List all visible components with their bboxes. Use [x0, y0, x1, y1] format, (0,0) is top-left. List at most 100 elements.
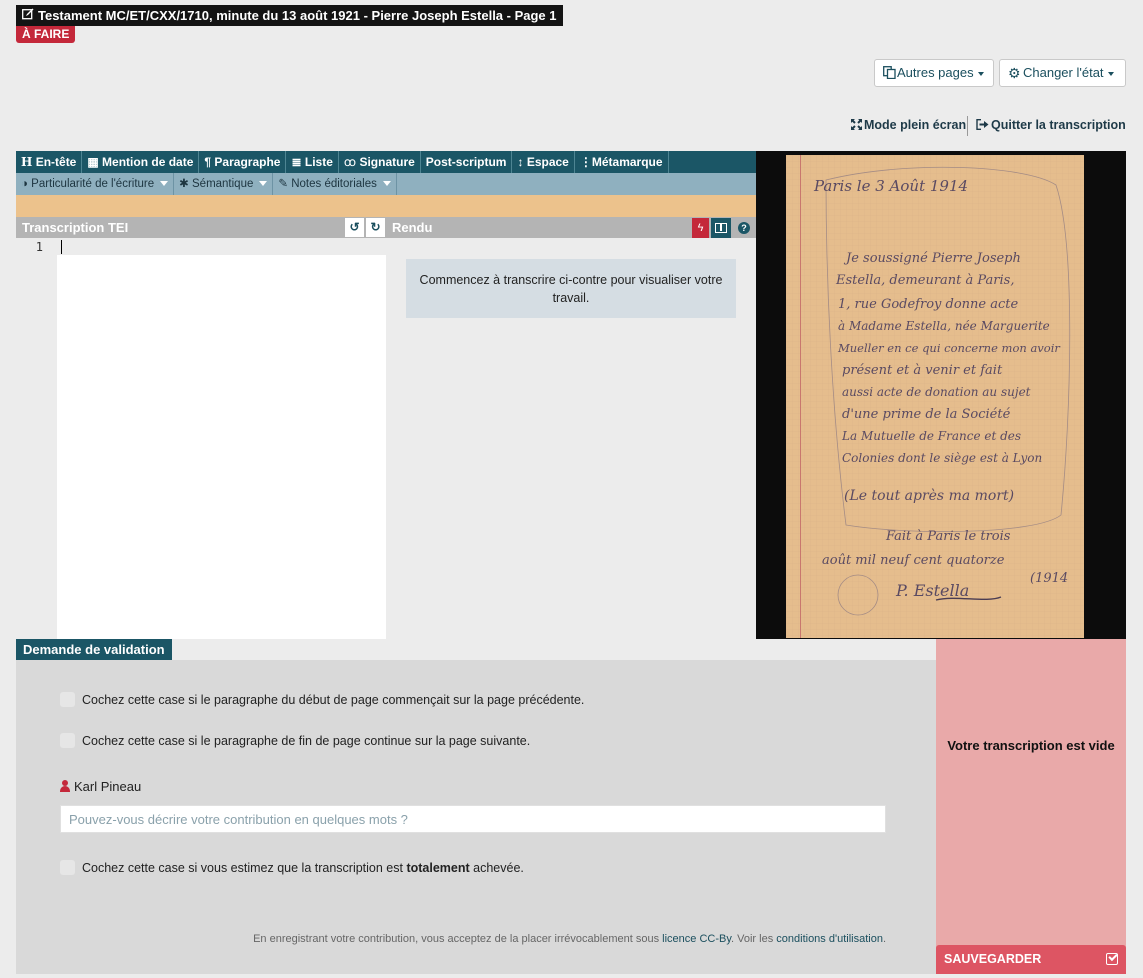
manuscript-viewer[interactable]: Paris le 3 Août 1914 Je soussigné Pierre…	[756, 151, 1126, 639]
prev-page-checkbox[interactable]	[60, 692, 75, 707]
columns-icon	[715, 223, 727, 233]
fullscreen-link[interactable]: Mode plein écran	[851, 118, 966, 134]
tool-label: Particularité de l'écriture	[31, 178, 155, 190]
sign-out-icon	[976, 119, 991, 133]
vertical-space-icon: ↕	[517, 155, 524, 169]
bug-icon: ✱	[179, 178, 189, 190]
manuscript-line: Mueller en ce qui concerne mon avoir	[838, 341, 1060, 355]
next-page-checkbox[interactable]	[60, 733, 75, 748]
tool-date[interactable]: ▦ Mention de date	[82, 151, 200, 173]
caret-down-icon	[382, 181, 391, 187]
change-state-button[interactable]: ⚙ Changer l'état	[999, 59, 1126, 87]
fullscreen-label: Mode plein écran	[864, 118, 967, 132]
signature-icon: ꝏ	[343, 155, 357, 169]
manuscript-line: d'une prime de la Société	[842, 407, 1011, 422]
license-notice: En enregistrant votre contribution, vous…	[253, 933, 886, 945]
live-preview-button[interactable]: ϟ	[692, 218, 709, 238]
tool-label: Paragraphe	[214, 155, 281, 169]
save-panel	[936, 639, 1126, 974]
terms-link[interactable]: conditions d'utilisation	[776, 933, 883, 945]
checkbox-label: Cochez cette case si le paragraphe de fi…	[82, 734, 531, 748]
undo-button[interactable]: ↺	[345, 218, 364, 237]
tool-label: Notes éditoriales	[291, 178, 377, 190]
calendar-icon: ▦	[87, 155, 99, 169]
manuscript-line: Je soussigné Pierre Joseph	[846, 251, 1021, 266]
manuscript-line: Estella, demeurant à Paris,	[836, 273, 1015, 288]
quit-link[interactable]: Quitter la transcription	[976, 118, 1126, 134]
expand-icon	[851, 119, 864, 133]
tool-label: Espace	[526, 155, 569, 169]
line-gutter-overlay: 1	[16, 238, 57, 639]
checkbox-checked-icon	[1106, 953, 1118, 965]
status-badge: À FAIRE	[16, 26, 76, 43]
other-pages-button[interactable]: Autres pages	[874, 59, 994, 87]
notes-icon: ✎	[278, 178, 289, 190]
tei-code-editor[interactable]	[57, 255, 386, 639]
validation-title: Demande de validation	[16, 639, 172, 660]
manuscript-line: aussi acte de donation au sujet	[842, 385, 1031, 399]
change-state-label: Changer l'état	[1023, 65, 1104, 80]
manuscript-line: 1, rue Godefroy donne acte	[838, 297, 1019, 312]
manuscript-line: août mil neuf cent quatorze	[822, 553, 1005, 568]
legal-text: En enregistrant votre contribution, vous…	[253, 933, 663, 945]
half-circle-icon: ◑	[21, 178, 28, 190]
pages-icon	[883, 62, 897, 88]
tool-entete[interactable]: H En-tête	[16, 151, 83, 173]
contribution-description-input[interactable]	[60, 805, 886, 833]
page-title-text: Testament MC/ET/CXX/1710, minute du 13 a…	[38, 8, 557, 23]
manuscript-line: (1914	[1030, 571, 1069, 586]
checkbox-label: Cochez cette case si le paragraphe du dé…	[82, 693, 585, 707]
empty-transcription-message: Votre transcription est vide	[947, 738, 1115, 753]
page-title: Testament MC/ET/CXX/1710, minute du 13 a…	[16, 5, 563, 26]
save-button[interactable]: SAUVEGARDER	[936, 945, 1126, 974]
divider	[967, 116, 968, 136]
margin-line	[800, 155, 801, 638]
tool-notes-dropdown[interactable]: ✎ Notes éditoriales	[273, 173, 397, 195]
markup-toolbar: H En-tête ▦ Mention de date ¶ Paragraphe…	[16, 151, 756, 173]
completed-checkbox-row[interactable]: Cochez cette case si vous estimez que la…	[60, 860, 524, 875]
tool-semantique-dropdown[interactable]: ✱ Sémantique	[174, 173, 274, 195]
editor-title: Transcription TEI	[16, 217, 386, 238]
tool-signature[interactable]: ꝏ Signature	[339, 151, 421, 173]
tool-postscriptum[interactable]: Post-scriptum	[421, 151, 513, 173]
manuscript-line: à Madame Estella, née Marguerite	[838, 319, 1050, 333]
user-icon	[60, 780, 70, 792]
checkbox-label: Cochez cette case si vous estimez que la…	[82, 861, 407, 875]
redo-button[interactable]: ↻	[366, 218, 385, 237]
user-name: Karl Pineau	[60, 779, 141, 794]
toolbar-options-bar	[16, 195, 756, 217]
quit-label: Quitter la transcription	[991, 118, 1126, 132]
help-icon[interactable]: ?	[738, 222, 750, 234]
tool-ecriture-dropdown[interactable]: ◑ Particularité de l'écriture	[16, 173, 175, 195]
manuscript-line: La Mutuelle de France et des	[842, 429, 1022, 443]
next-page-checkbox-row[interactable]: Cochez cette case si le paragraphe de fi…	[60, 733, 530, 748]
active-line	[16, 238, 386, 255]
caret-down-icon	[259, 181, 268, 187]
split-view-button[interactable]	[711, 218, 731, 238]
checkbox-label-emphasis: totalement	[406, 861, 470, 875]
manuscript-page-image: Paris le 3 Août 1914 Je soussigné Pierre…	[786, 155, 1084, 638]
tool-liste[interactable]: ≣ Liste	[286, 151, 339, 173]
tool-label: Mention de date	[102, 155, 194, 169]
tool-label: Signature	[359, 155, 415, 169]
caret-down-icon	[1107, 71, 1114, 76]
tool-label: Liste	[304, 155, 333, 169]
gear-icon: ⚙	[1008, 65, 1021, 81]
tool-paragraphe[interactable]: ¶ Paragraphe	[199, 151, 287, 173]
checkbox-label-end: achevée.	[469, 861, 524, 875]
license-link[interactable]: licence CC-By	[662, 933, 731, 945]
bolt-icon: ϟ	[697, 222, 704, 234]
caret-down-icon	[977, 71, 984, 76]
prev-page-checkbox-row[interactable]: Cochez cette case si le paragraphe du dé…	[60, 692, 584, 707]
completed-checkbox[interactable]	[60, 860, 75, 875]
manuscript-line: Fait à Paris le trois	[886, 529, 1011, 544]
tool-label: Post-scriptum	[425, 155, 507, 169]
pilcrow-icon: ¶	[204, 155, 212, 169]
tool-metamarque[interactable]: ⋮Métamarque	[575, 151, 669, 173]
legal-text: . Voir les	[731, 933, 777, 945]
vertical-dots-icon: ⋮	[579, 155, 592, 169]
edit-icon	[22, 5, 35, 26]
tool-espace[interactable]: ↕ Espace	[512, 151, 575, 173]
caret-down-icon	[160, 181, 169, 187]
manuscript-line: présent et à venir et fait	[842, 363, 1003, 378]
